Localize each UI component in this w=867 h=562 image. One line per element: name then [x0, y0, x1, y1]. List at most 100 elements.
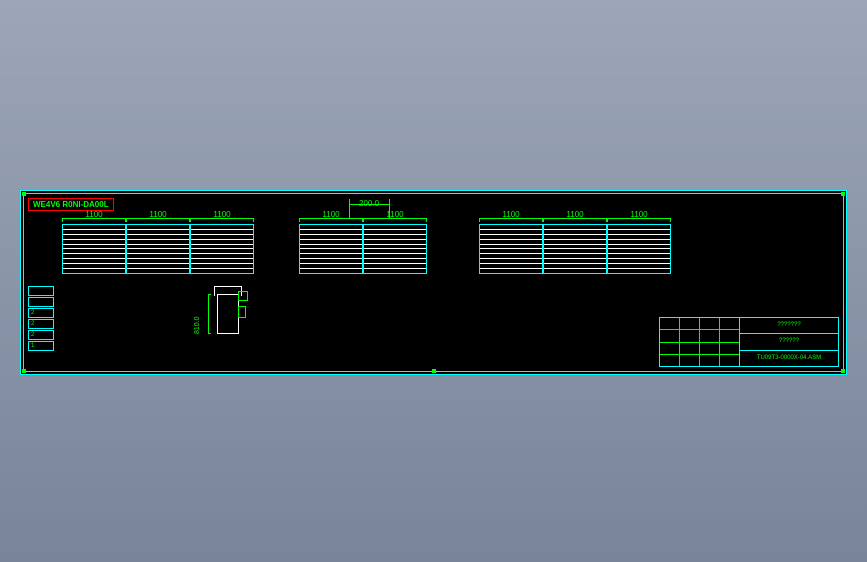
louver-slat [300, 229, 362, 230]
titleblock-row [660, 343, 739, 355]
louver-slat [480, 234, 542, 235]
louver-slat [608, 229, 670, 230]
louver-slat [608, 253, 670, 254]
louver-slat [300, 253, 362, 254]
louver-slat [364, 229, 426, 230]
corner-mark [841, 369, 845, 373]
detail-height-bracket [208, 294, 211, 334]
louver-slat [608, 234, 670, 235]
titleblock-cell [680, 343, 700, 354]
louver-slat [480, 244, 542, 245]
louver-slat [191, 263, 253, 264]
titleblock-cell [680, 318, 700, 329]
louver-slat [364, 234, 426, 235]
louver-slat [63, 234, 125, 235]
louver-panel [479, 224, 543, 274]
louver-slat [480, 239, 542, 240]
dimension-bracket [62, 218, 126, 222]
titleblock-cell [720, 343, 739, 354]
louver-slat [127, 253, 189, 254]
louver-slat [544, 239, 606, 240]
louver-slat [300, 244, 362, 245]
detail-view: 810.0 [202, 286, 252, 346]
louver-slat [608, 239, 670, 240]
louver-slat [480, 263, 542, 264]
titleblock-info: ??????? ?????? TU09T3-0000X-04.ASM [740, 318, 838, 366]
louver-slat [364, 253, 426, 254]
side-ref-label: 2 [28, 319, 54, 329]
side-ref-label [28, 297, 54, 307]
louver-slat [63, 244, 125, 245]
louver-slat [191, 268, 253, 269]
side-ref-label [28, 286, 54, 296]
louver-slat [63, 263, 125, 264]
louver-slat [480, 268, 542, 269]
louver-slat [63, 258, 125, 259]
titleblock-cell [660, 343, 680, 354]
side-ref-label: 2 [28, 330, 54, 340]
louver-slat [127, 229, 189, 230]
titleblock-cell [660, 330, 680, 341]
dimension-bracket [479, 218, 543, 222]
titleblock-cell [700, 355, 720, 366]
louver-slat [191, 239, 253, 240]
titleblock-cell [700, 343, 720, 354]
louver-slat [364, 268, 426, 269]
louver-panel [363, 224, 427, 274]
titleblock-cell [680, 330, 700, 341]
louver-slat [191, 248, 253, 249]
louver-slat [544, 253, 606, 254]
louver-panel [299, 224, 363, 274]
detail-accent [238, 291, 248, 301]
corner-mark [841, 192, 845, 196]
titleblock-row [660, 355, 739, 366]
louver-slat [544, 244, 606, 245]
titleblock-part-name-2: ?????? [740, 334, 838, 350]
louver-panel [190, 224, 254, 274]
louver-slat [191, 258, 253, 259]
louver-slat [191, 253, 253, 254]
louver-slat [608, 248, 670, 249]
louver-slat [127, 258, 189, 259]
louver-slat [364, 248, 426, 249]
louver-slat [480, 253, 542, 254]
louver-slat [300, 258, 362, 259]
louver-slat [191, 244, 253, 245]
louver-slat [191, 229, 253, 230]
louver-slat [608, 268, 670, 269]
titleblock-revision-grid [660, 318, 740, 366]
louver-slat [608, 244, 670, 245]
louver-slat [191, 234, 253, 235]
dimension-bracket [299, 218, 363, 222]
titleblock-cell [660, 318, 680, 329]
corner-mark [22, 369, 26, 373]
louver-slat [127, 234, 189, 235]
louver-panel [543, 224, 607, 274]
title-block: ??????? ?????? TU09T3-0000X-04.ASM [659, 317, 839, 367]
louver-slat [608, 258, 670, 259]
louver-slat [127, 239, 189, 240]
louver-slat [544, 234, 606, 235]
titleblock-cell [720, 330, 739, 341]
cad-drawing-frame[interactable]: WE4V6 R0NI-DA00L 200.0 11001100110011001… [20, 190, 847, 375]
louver-slat [127, 248, 189, 249]
corner-mark [22, 192, 26, 196]
louver-slat [544, 263, 606, 264]
titleblock-cell [660, 355, 680, 366]
dimension-bracket [363, 218, 427, 222]
detail-body [217, 294, 239, 334]
louver-slat [300, 234, 362, 235]
louver-slat [544, 268, 606, 269]
louver-slat [480, 229, 542, 230]
louver-slat [63, 229, 125, 230]
louver-slat [63, 239, 125, 240]
titleblock-cell [680, 355, 700, 366]
louver-slat [480, 248, 542, 249]
louver-slat [364, 263, 426, 264]
dimension-bracket [607, 218, 671, 222]
titleblock-row [660, 318, 739, 330]
louver-slat [127, 263, 189, 264]
louver-slat [63, 253, 125, 254]
louver-slat [300, 268, 362, 269]
detail-accent [238, 306, 246, 318]
